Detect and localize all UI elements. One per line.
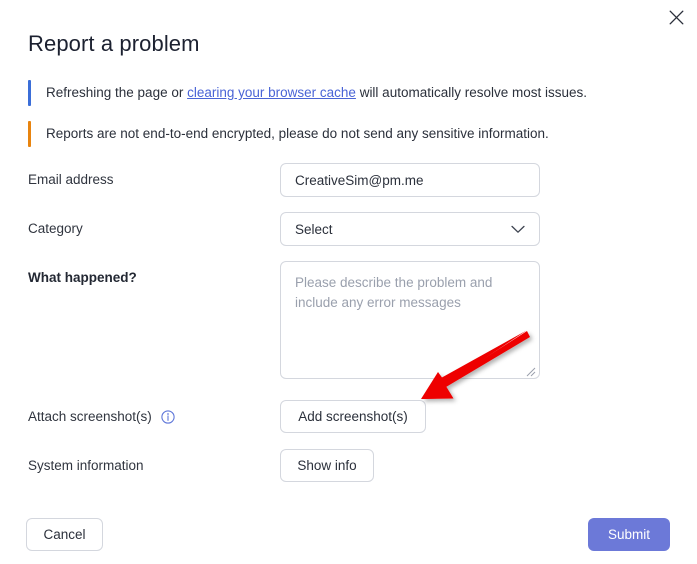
notice-text: Reports are not end-to-end encrypted, pl… xyxy=(46,126,549,141)
email-input[interactable] xyxy=(280,163,540,197)
clearing-browser-cache-link[interactable]: clearing your browser cache xyxy=(187,85,356,100)
notice-accent-bar xyxy=(28,80,31,106)
category-select[interactable]: Select xyxy=(280,212,540,246)
notice-text-before: Refreshing the page or xyxy=(46,85,188,100)
attach-screenshot-label: Attach screenshot(s) xyxy=(28,409,175,424)
notice-encryption-warning: Reports are not end-to-end encrypted, pl… xyxy=(28,121,668,147)
submit-button[interactable]: Submit xyxy=(588,518,670,551)
attach-screenshot-label-text: Attach screenshot(s) xyxy=(28,409,152,424)
category-selected-value: Select xyxy=(295,221,333,237)
notice-text: Refreshing the page or clearing your bro… xyxy=(46,84,587,102)
show-info-button[interactable]: Show info xyxy=(280,449,374,482)
add-screenshot-button[interactable]: Add screenshot(s) xyxy=(280,400,426,433)
cancel-button[interactable]: Cancel xyxy=(26,518,103,551)
category-label: Category xyxy=(28,221,83,236)
notice-browser-cache: Refreshing the page or clearing your bro… xyxy=(28,80,668,106)
email-label: Email address xyxy=(28,172,114,187)
system-information-label: System information xyxy=(28,458,144,473)
chevron-down-icon xyxy=(511,225,525,234)
notice-accent-bar xyxy=(28,121,31,147)
close-dialog-button[interactable] xyxy=(661,2,691,32)
description-label: What happened? xyxy=(28,270,137,285)
close-icon xyxy=(669,10,684,25)
description-textarea[interactable] xyxy=(280,261,540,379)
notice-text-after: will automatically resolve most issues. xyxy=(355,85,588,100)
dialog-title: Report a problem xyxy=(28,31,200,56)
info-icon[interactable] xyxy=(161,409,175,424)
